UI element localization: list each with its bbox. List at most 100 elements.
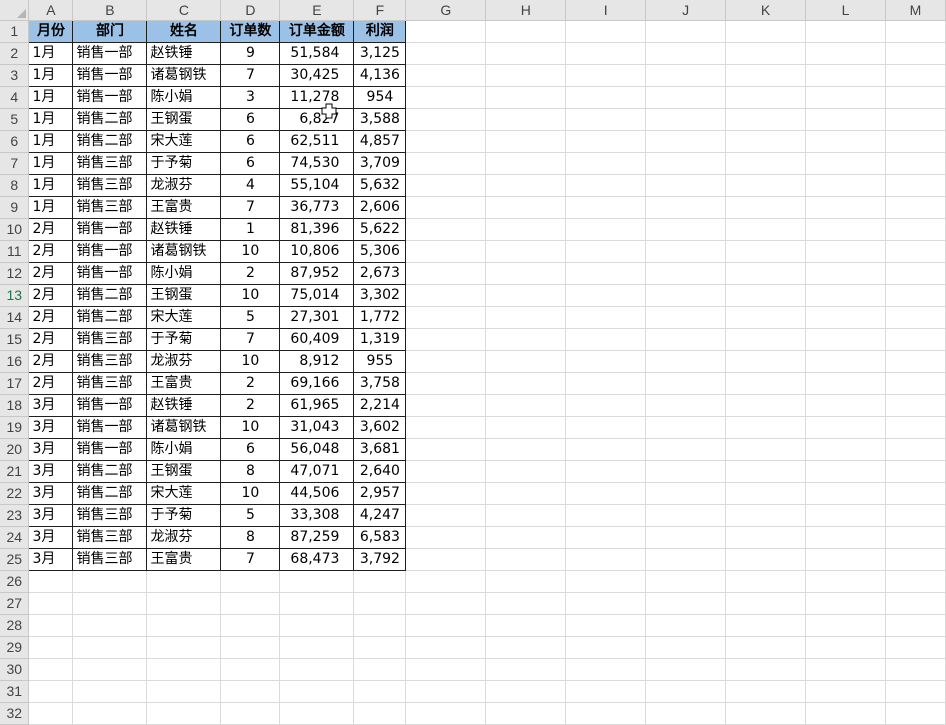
empty-cell[interactable] bbox=[885, 482, 946, 505]
empty-cell[interactable] bbox=[645, 504, 727, 527]
empty-cell[interactable] bbox=[645, 438, 727, 461]
empty-cell[interactable] bbox=[353, 702, 407, 725]
empty-cell[interactable] bbox=[645, 86, 727, 109]
empty-cell[interactable] bbox=[353, 658, 407, 681]
empty-cell[interactable] bbox=[645, 658, 727, 681]
empty-cell[interactable] bbox=[805, 592, 886, 615]
empty-cell[interactable] bbox=[485, 284, 567, 307]
month-cell[interactable]: 2月 bbox=[28, 284, 74, 307]
empty-cell[interactable] bbox=[645, 636, 727, 659]
month-cell[interactable]: 1月 bbox=[28, 152, 74, 175]
empty-cell[interactable] bbox=[885, 86, 946, 109]
empty-cell[interactable] bbox=[725, 306, 806, 329]
empty-cell[interactable] bbox=[405, 64, 487, 87]
name-cell[interactable]: 王富贵 bbox=[146, 196, 222, 219]
empty-cell[interactable] bbox=[485, 504, 567, 527]
profit-cell[interactable]: 3,681 bbox=[353, 438, 407, 461]
name-cell[interactable]: 王富贵 bbox=[146, 372, 222, 395]
empty-cell[interactable] bbox=[645, 108, 727, 131]
empty-cell[interactable] bbox=[485, 86, 567, 109]
month-cell[interactable]: 3月 bbox=[28, 526, 74, 549]
profit-cell[interactable]: 954 bbox=[353, 86, 407, 109]
empty-cell[interactable] bbox=[725, 130, 806, 153]
empty-cell[interactable] bbox=[725, 416, 806, 439]
empty-cell[interactable] bbox=[405, 460, 487, 483]
empty-cell[interactable] bbox=[565, 284, 647, 307]
empty-cell[interactable] bbox=[485, 174, 567, 197]
empty-cell[interactable] bbox=[885, 284, 946, 307]
empty-cell[interactable] bbox=[885, 570, 946, 593]
empty-cell[interactable] bbox=[725, 218, 806, 241]
empty-cell[interactable] bbox=[565, 328, 647, 351]
profit-cell[interactable]: 3,709 bbox=[353, 152, 407, 175]
empty-cell[interactable] bbox=[645, 174, 727, 197]
order-count-cell[interactable]: 10 bbox=[220, 416, 281, 439]
empty-cell[interactable] bbox=[485, 658, 567, 681]
empty-cell[interactable] bbox=[565, 306, 647, 329]
department-cell[interactable]: 销售一部 bbox=[72, 394, 148, 417]
empty-cell[interactable] bbox=[645, 680, 727, 703]
row-number-header[interactable]: 5 bbox=[0, 108, 30, 131]
month-cell[interactable]: 3月 bbox=[28, 504, 74, 527]
empty-cell[interactable] bbox=[485, 328, 567, 351]
row-number-header[interactable]: 20 bbox=[0, 438, 30, 461]
empty-cell[interactable] bbox=[805, 218, 886, 241]
empty-cell[interactable] bbox=[405, 130, 487, 153]
row-number-header[interactable]: 19 bbox=[0, 416, 30, 439]
empty-cell[interactable] bbox=[146, 636, 222, 659]
empty-cell[interactable] bbox=[645, 218, 727, 241]
order-amount-cell[interactable]: 87,259 bbox=[279, 526, 355, 549]
name-cell[interactable]: 诸葛钢铁 bbox=[146, 240, 222, 263]
empty-cell[interactable] bbox=[565, 372, 647, 395]
empty-cell[interactable] bbox=[565, 702, 647, 725]
department-cell[interactable]: 销售三部 bbox=[72, 328, 148, 351]
empty-cell[interactable] bbox=[885, 306, 946, 329]
order-count-cell[interactable]: 8 bbox=[220, 526, 281, 549]
empty-cell[interactable] bbox=[405, 438, 487, 461]
row-number-header[interactable]: 21 bbox=[0, 460, 30, 483]
empty-cell[interactable] bbox=[645, 570, 727, 593]
column-header[interactable]: M bbox=[885, 0, 946, 21]
empty-cell[interactable] bbox=[353, 614, 407, 637]
empty-cell[interactable] bbox=[72, 570, 148, 593]
empty-cell[interactable] bbox=[353, 680, 407, 703]
row-number-header[interactable]: 3 bbox=[0, 64, 30, 87]
profit-cell[interactable]: 2,606 bbox=[353, 196, 407, 219]
empty-cell[interactable] bbox=[725, 394, 806, 417]
empty-cell[interactable] bbox=[405, 570, 487, 593]
row-number-header[interactable]: 12 bbox=[0, 262, 30, 285]
empty-cell[interactable] bbox=[565, 108, 647, 131]
empty-cell[interactable] bbox=[725, 86, 806, 109]
order-amount-cell[interactable]: 81,396 bbox=[279, 218, 355, 241]
empty-cell[interactable] bbox=[725, 504, 806, 527]
empty-cell[interactable] bbox=[885, 504, 946, 527]
column-header[interactable]: H bbox=[485, 0, 567, 21]
empty-cell[interactable] bbox=[725, 614, 806, 637]
department-cell[interactable]: 销售三部 bbox=[72, 372, 148, 395]
empty-cell[interactable] bbox=[565, 416, 647, 439]
department-cell[interactable]: 销售二部 bbox=[72, 306, 148, 329]
empty-cell[interactable] bbox=[805, 482, 886, 505]
empty-cell[interactable] bbox=[565, 548, 647, 571]
empty-cell[interactable] bbox=[565, 42, 647, 65]
empty-cell[interactable] bbox=[885, 658, 946, 681]
empty-cell[interactable] bbox=[645, 548, 727, 571]
empty-cell[interactable] bbox=[645, 196, 727, 219]
empty-cell[interactable] bbox=[885, 350, 946, 373]
profit-cell[interactable]: 3,602 bbox=[353, 416, 407, 439]
empty-cell[interactable] bbox=[805, 614, 886, 637]
department-cell[interactable]: 销售三部 bbox=[72, 350, 148, 373]
empty-cell[interactable] bbox=[485, 196, 567, 219]
empty-cell[interactable] bbox=[725, 372, 806, 395]
empty-cell[interactable] bbox=[645, 152, 727, 175]
empty-cell[interactable] bbox=[725, 460, 806, 483]
empty-cell[interactable] bbox=[565, 350, 647, 373]
order-amount-cell[interactable]: 27,301 bbox=[279, 306, 355, 329]
empty-cell[interactable] bbox=[405, 240, 487, 263]
month-cell[interactable]: 1月 bbox=[28, 64, 74, 87]
empty-cell[interactable] bbox=[565, 218, 647, 241]
department-cell[interactable]: 销售二部 bbox=[72, 460, 148, 483]
empty-cell[interactable] bbox=[485, 438, 567, 461]
row-number-header[interactable]: 1 bbox=[0, 20, 30, 43]
order-amount-cell[interactable]: 8,912 bbox=[279, 350, 355, 373]
